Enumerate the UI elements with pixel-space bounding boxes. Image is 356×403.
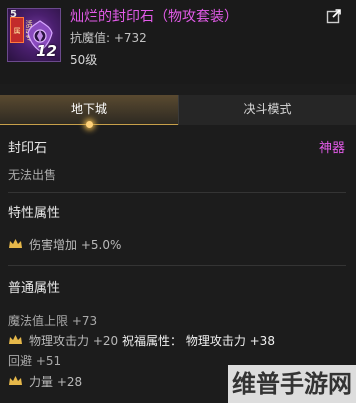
item-title: 灿烂的封印石（物攻套装） (70, 9, 238, 25)
bless-value: 物理攻击力 +38 (185, 334, 275, 348)
strength-stat: 力量 +28 (29, 375, 83, 389)
divider (8, 265, 346, 266)
watermark: 维普手游网 (228, 365, 356, 403)
special-attr-title: 特性属性 (8, 206, 61, 221)
bless-label: 祝福属性： (121, 334, 182, 348)
crown-icon (9, 239, 22, 248)
divider (8, 192, 346, 193)
mode-tabs: 地下城 决斗模式 (0, 95, 356, 128)
tab-dungeon-label: 地下城 (70, 102, 107, 116)
item-icon[interactable]: 5 活动专属 12 (7, 8, 61, 62)
tab-dungeon[interactable]: 地下城 (0, 95, 178, 128)
phys-attack-stat: 物理攻击力 +20 祝福属性： 物理攻击力 +38 (29, 332, 275, 349)
active-tab-indicator (86, 121, 93, 128)
phys-attack-value: 物理攻击力 +20 (29, 334, 119, 348)
reinforce-level: 12 (36, 42, 57, 60)
item-header: 5 活动专属 12 灿烂的封印石（物攻套装） 抗魔值: +732 50级 (0, 0, 356, 84)
crown-icon (9, 335, 22, 344)
mp-stat: 魔法值上限 +73 (8, 314, 98, 328)
share-icon[interactable] (326, 8, 342, 24)
crown-icon (9, 376, 22, 385)
event-badge: 活动专属 (10, 17, 33, 43)
special-stat: 伤害增加 +5.0% (29, 238, 122, 252)
item-tooltip: 5 活动专属 12 灿烂的封印石（物攻套装） 抗魔值: +732 50级 地下城… (0, 0, 356, 403)
item-rarity: 神器 (318, 141, 345, 156)
trade-status: 无法出售 (8, 168, 57, 182)
normal-attr-title: 普通属性 (8, 281, 61, 296)
item-resist: 抗魔值: +732 (70, 31, 147, 45)
tab-pvp-label: 决斗模式 (243, 102, 292, 116)
item-level: 50级 (70, 53, 98, 67)
item-type: 封印石 (8, 141, 48, 156)
evasion-stat: 回避 +51 (8, 354, 62, 368)
tab-pvp[interactable]: 决斗模式 (178, 95, 356, 125)
